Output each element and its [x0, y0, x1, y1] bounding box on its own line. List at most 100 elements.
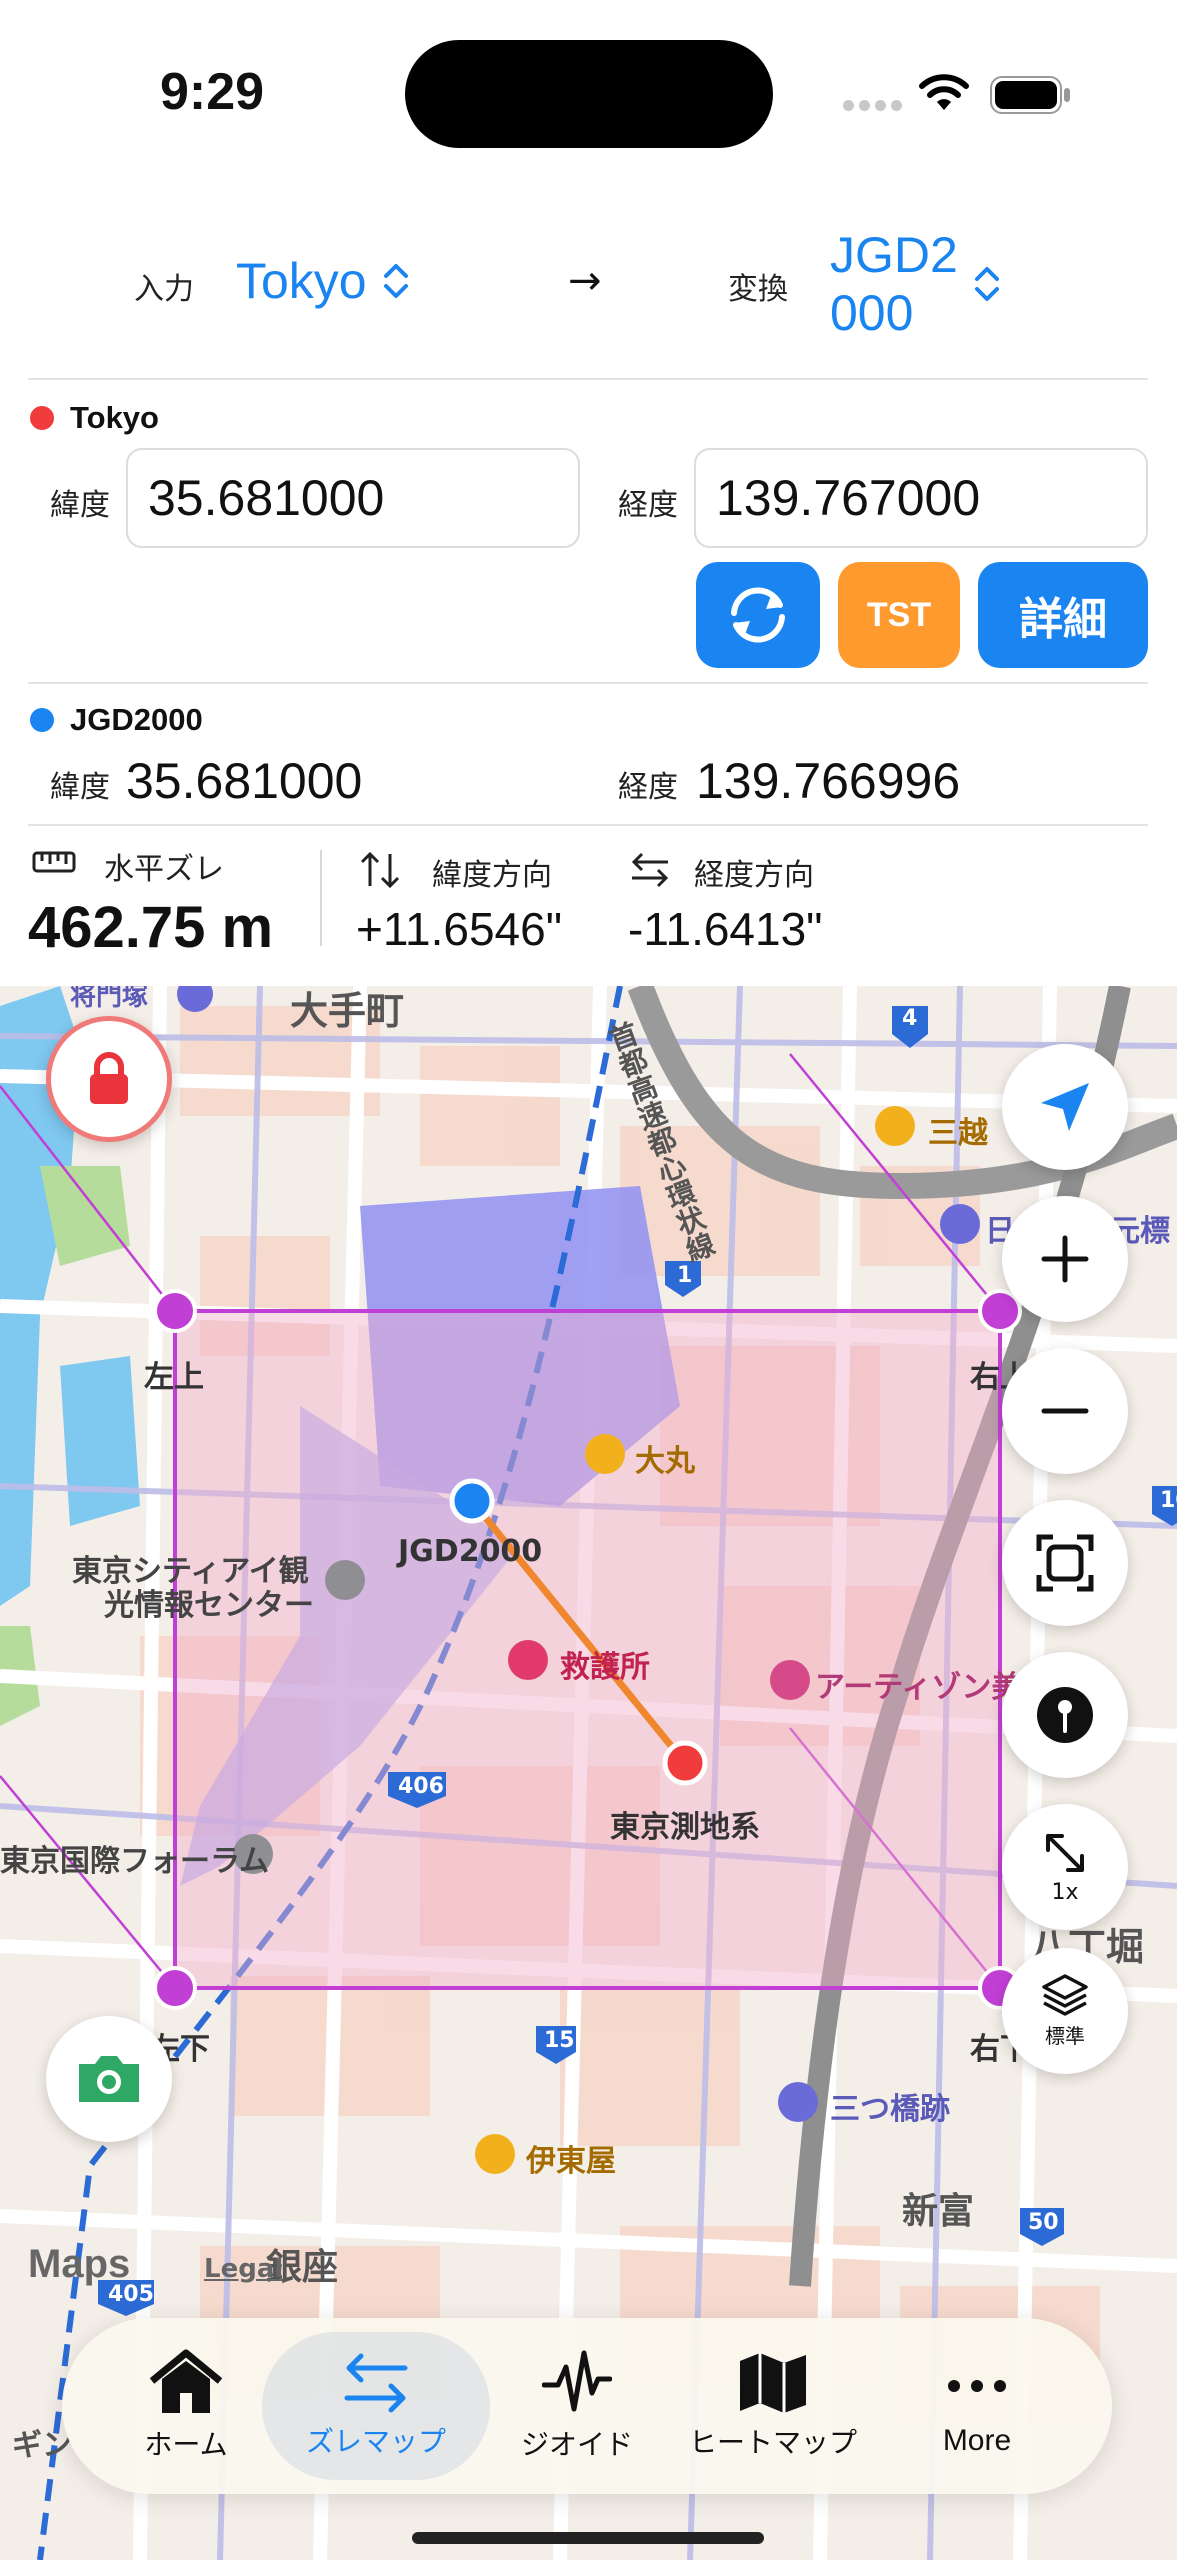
compass-button[interactable]: [1002, 1652, 1128, 1778]
map-label: 伊東屋: [526, 2144, 616, 2179]
route-badge: 1: [677, 1263, 693, 1288]
fit-bounds-button[interactable]: [1002, 1500, 1128, 1626]
input-datum-value: Tokyo: [236, 253, 367, 309]
cellular-signal-icon: [843, 100, 902, 111]
target-lat-value: 35.681000: [126, 753, 363, 809]
vertical-arrows-icon: [360, 851, 400, 889]
map-label: 新富: [902, 2191, 975, 2232]
status-time: 9:29: [160, 63, 265, 121]
map-label: 三つ橋跡: [830, 2092, 950, 2127]
output-datum-picker[interactable]: JGD2 000: [830, 226, 1002, 342]
plus-icon: [1041, 1235, 1089, 1283]
map-label: 三越: [928, 1116, 988, 1151]
map-label: 大手町: [290, 989, 405, 1033]
scale-label: 1x: [1051, 1879, 1079, 1905]
lat-direction-label: 緯度方向: [432, 858, 552, 893]
compass-pin-icon: [1037, 1687, 1093, 1743]
divider: [28, 824, 1148, 826]
output-datum-value: JGD2 000: [830, 227, 958, 341]
tab-more[interactable]: More: [892, 2318, 1062, 2494]
waveform-icon: [542, 2350, 612, 2412]
dynamic-island: [405, 40, 773, 148]
tab-label: ヒートマップ: [688, 2426, 857, 2459]
jgd2000-point-label: JGD2000: [398, 1534, 543, 1569]
lon-direction-value: -11.6413": [628, 903, 823, 955]
horizontal-shift-label: 水平ズレ: [104, 852, 224, 887]
route-badge: 15: [544, 2028, 575, 2053]
horizontal-shift-value: 462.75 m: [28, 895, 274, 960]
divider: [28, 682, 1148, 684]
source-section-header: Tokyo: [30, 400, 159, 436]
camera-button[interactable]: [46, 2016, 172, 2142]
tokyo-datum-point-label: 東京測地系: [610, 1810, 760, 1845]
source-lat-input[interactable]: 35.681000: [126, 448, 580, 548]
camera-icon: [79, 2056, 139, 2102]
tab-geoid[interactable]: ジオイド: [492, 2318, 662, 2494]
swap-button[interactable]: [696, 562, 820, 668]
horizontal-arrows-icon: [631, 852, 669, 888]
corner-label-top-left: 左上: [144, 1360, 204, 1395]
map-label: 光情報センター: [104, 1588, 314, 1623]
tab-shift-map[interactable]: ズレマップ: [262, 2332, 490, 2480]
lock-icon: [90, 1052, 128, 1104]
location-arrow-icon: [1041, 1083, 1089, 1131]
home-indicator: [412, 2532, 764, 2544]
maps-attribution: Maps: [28, 2242, 131, 2286]
divider: [28, 378, 1148, 380]
wifi-icon: [919, 74, 969, 110]
tst-button[interactable]: TST: [838, 562, 960, 668]
swap-icon: [731, 587, 785, 643]
route-badge: 50: [1028, 2210, 1059, 2235]
lat-direction-value: +11.6546": [356, 903, 563, 955]
house-icon: [149, 2349, 223, 2413]
chevron-updown-icon: [383, 264, 408, 298]
battery-icon: [990, 76, 1070, 114]
source-lon-label: 経度: [618, 488, 678, 523]
map-label: 東京国際フォーラム: [0, 1844, 270, 1879]
source-title: Tokyo: [70, 400, 159, 435]
input-label: 入力: [134, 272, 194, 307]
tab-label: ジオイド: [520, 2428, 633, 2461]
location-button[interactable]: [1002, 1044, 1128, 1170]
minus-icon: [1041, 1408, 1089, 1414]
map-label: アーティゾン美: [815, 1670, 1022, 1705]
layers-icon: [1042, 1973, 1088, 2016]
route-badge: 406: [398, 1774, 444, 1799]
source-dot: [30, 406, 54, 430]
tab-label: More: [942, 2424, 1012, 2457]
map-icon: [740, 2353, 806, 2413]
tab-home[interactable]: ホーム: [100, 2318, 272, 2494]
lock-button[interactable]: [46, 1016, 172, 1142]
ellipsis-icon: [948, 2380, 1006, 2392]
zoom-in-button[interactable]: [1002, 1196, 1128, 1322]
tab-bar: ホーム ズレマップ ジオイド ヒートマップ More: [62, 2318, 1112, 2494]
fit-frame-icon: [1036, 1534, 1094, 1592]
arrows-swap-icon: [344, 2353, 408, 2413]
target-lon-value: 139.766996: [696, 753, 961, 809]
target-section-header: JGD2000: [30, 702, 203, 738]
map-label: 救護所: [560, 1650, 650, 1685]
route-badge: 10: [1160, 1488, 1177, 1513]
route-badge: 405: [108, 2282, 154, 2307]
map-label: ギン: [12, 2428, 72, 2463]
scale-button[interactable]: 1x: [1002, 1804, 1128, 1930]
map-style-button[interactable]: 標準: [1002, 1948, 1128, 2074]
map-style-label: 標準: [1045, 2023, 1085, 2048]
chevron-updown-icon: [974, 267, 999, 301]
target-lon-label: 経度: [618, 770, 678, 805]
input-datum-picker[interactable]: Tokyo: [236, 252, 411, 310]
target-title: JGD2000: [70, 702, 203, 737]
detail-button[interactable]: 詳細: [978, 562, 1148, 668]
output-label: 変換: [728, 272, 788, 307]
divider: [320, 850, 322, 946]
source-lat-label: 緯度: [50, 488, 110, 523]
convert-arrow-icon: →: [568, 258, 602, 304]
tab-label: ズレマップ: [305, 2425, 446, 2458]
source-lon-input[interactable]: 139.767000: [694, 448, 1148, 548]
expand-arrows-icon: [1046, 1833, 1084, 1872]
zoom-out-button[interactable]: [1002, 1348, 1128, 1474]
legal-link[interactable]: Legal: [204, 2254, 283, 2284]
lon-direction-label: 経度方向: [694, 858, 814, 893]
route-badge: 4: [902, 1006, 918, 1031]
tab-heatmap[interactable]: ヒートマップ: [668, 2318, 878, 2494]
